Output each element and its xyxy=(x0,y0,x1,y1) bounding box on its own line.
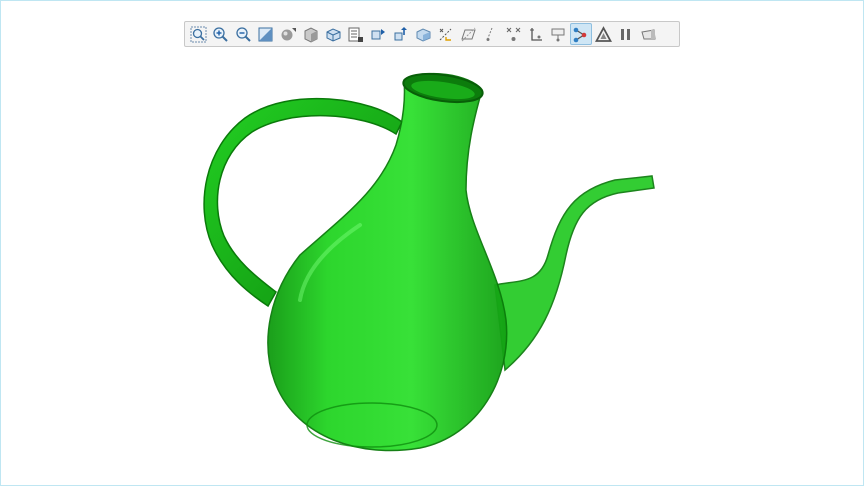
triangle-warning-button[interactable] xyxy=(592,23,615,45)
teapot-model[interactable] xyxy=(203,70,655,452)
measure-angle-icon xyxy=(530,27,543,41)
pause-button[interactable] xyxy=(615,23,638,45)
measure-radius-icon xyxy=(551,28,565,41)
zoom-out-icon xyxy=(236,26,251,42)
graph-nodes-icon xyxy=(573,27,587,42)
move-part-icon xyxy=(371,28,385,39)
measure-plane-button[interactable] xyxy=(457,23,480,45)
3d-viewport[interactable] xyxy=(0,0,864,486)
graph-nodes-button[interactable] xyxy=(569,23,592,45)
explode-icon xyxy=(394,26,408,40)
zoom-in-icon xyxy=(213,26,228,42)
transparency-button[interactable] xyxy=(412,23,435,45)
named-views-button[interactable] xyxy=(322,23,345,45)
measure-point-button[interactable] xyxy=(502,23,525,45)
measure-plane-icon xyxy=(461,27,476,41)
viewer-toolbar xyxy=(184,21,680,47)
shading-button[interactable] xyxy=(277,23,300,45)
box-view-icon xyxy=(304,26,318,43)
shading-icon xyxy=(281,27,296,40)
zoom-in-button[interactable] xyxy=(210,23,233,45)
transparency-icon xyxy=(416,27,431,42)
zoom-fit-icon xyxy=(190,26,207,42)
zoom-out-button[interactable] xyxy=(232,23,255,45)
section-plane-button[interactable] xyxy=(255,23,278,45)
measure-radius-button[interactable] xyxy=(547,23,570,45)
measure-distance-icon xyxy=(439,28,452,41)
pause-icon xyxy=(621,28,631,40)
shape-button[interactable] xyxy=(637,23,660,45)
triangle-warning-icon xyxy=(594,25,612,42)
teapot-body xyxy=(267,72,508,452)
box-view-button[interactable] xyxy=(300,23,323,45)
measure-distance-button[interactable] xyxy=(435,23,458,45)
named-views-icon xyxy=(326,27,341,42)
explode-button[interactable] xyxy=(390,23,413,45)
shape-icon xyxy=(641,28,656,39)
measure-line-button[interactable] xyxy=(480,23,503,45)
zoom-fit-button[interactable] xyxy=(187,23,210,45)
model-tree-icon xyxy=(348,27,364,42)
measure-angle-button[interactable] xyxy=(525,23,548,45)
model-tree-button[interactable] xyxy=(345,23,368,45)
move-part-button[interactable] xyxy=(367,23,390,45)
teapot-spout xyxy=(494,175,655,372)
measure-point-icon xyxy=(506,27,521,41)
section-plane-icon xyxy=(258,27,273,41)
measure-line-icon xyxy=(486,27,493,41)
